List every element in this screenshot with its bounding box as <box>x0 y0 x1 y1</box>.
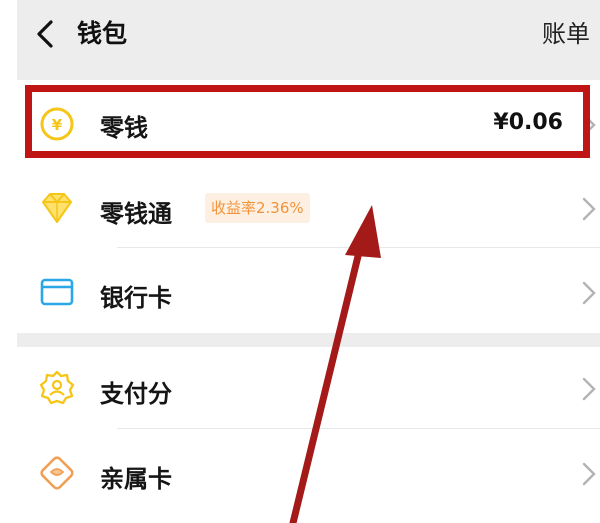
bills-button[interactable]: 账单 <box>542 18 590 50</box>
list-item-family-card[interactable]: 亲属卡 <box>17 431 600 523</box>
badge-icon <box>39 370 75 405</box>
chevron-right-icon <box>582 113 596 137</box>
list-item-label: 银行卡 <box>100 284 172 312</box>
yield-badge: 收益率2.36% <box>205 193 310 223</box>
svg-text:¥: ¥ <box>52 116 63 134</box>
left-margin <box>0 0 17 523</box>
list-item-wealth[interactable]: 零钱通 收益率2.36% <box>17 166 600 248</box>
section-separator <box>17 333 600 347</box>
list-item-label: 零钱 <box>100 114 148 142</box>
list-item-label: 亲属卡 <box>100 465 172 493</box>
divider <box>117 247 600 248</box>
chevron-right-icon <box>582 197 596 221</box>
chevron-right-icon <box>582 462 596 486</box>
list-item-label: 支付分 <box>100 380 172 408</box>
divider <box>117 428 600 429</box>
chevron-right-icon <box>582 377 596 401</box>
chevron-right-icon <box>582 281 596 305</box>
page-title: 钱包 <box>77 19 128 48</box>
list-item-bank-card[interactable]: 银行卡 <box>17 250 600 333</box>
list-item-pay-score[interactable]: 支付分 <box>17 347 600 429</box>
heart-card-icon <box>40 456 74 490</box>
diamond-icon <box>42 193 72 223</box>
chevron-left-icon[interactable] <box>33 18 57 50</box>
list-item-change[interactable]: ¥ 零钱 ¥0.06 <box>17 86 600 164</box>
balance-value: ¥0.06 <box>493 110 563 135</box>
yuan-coin-icon: ¥ <box>40 107 74 141</box>
bank-card-icon <box>40 278 74 306</box>
top-bar: 钱包 账单 <box>17 0 600 80</box>
list-item-label: 零钱通 <box>100 200 172 228</box>
